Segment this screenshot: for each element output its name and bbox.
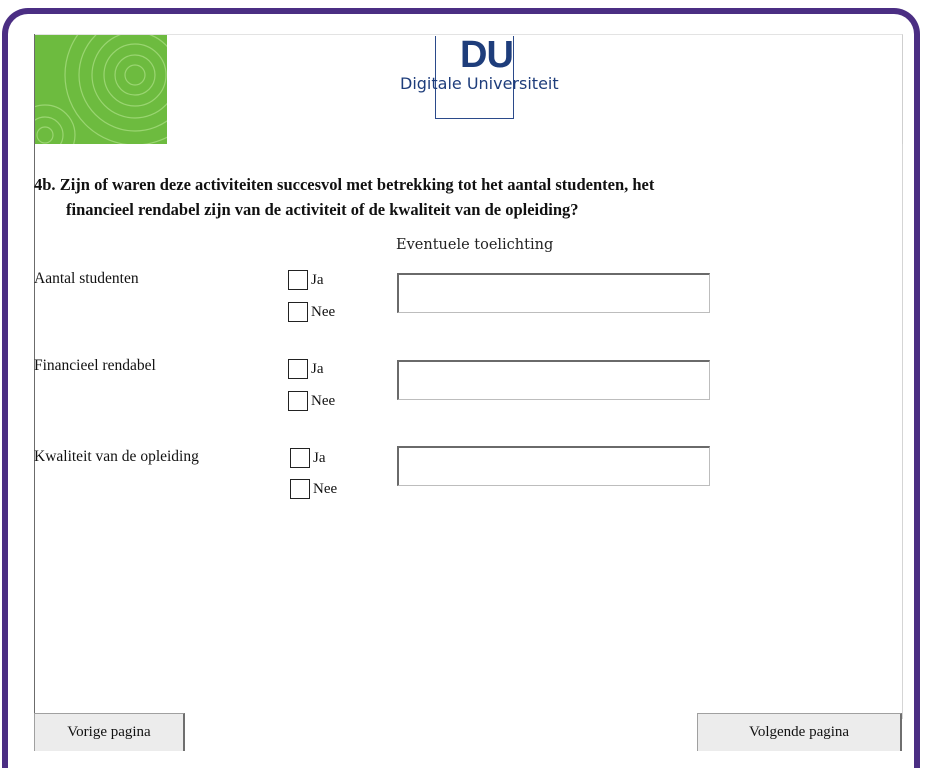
previous-page-button[interactable]: Vorige pagina <box>34 713 185 751</box>
checkbox-box[interactable] <box>288 302 308 322</box>
toelichting-field-aantal[interactable] <box>397 273 710 313</box>
question-number: 4b. <box>34 175 56 194</box>
checkbox-label: Ja <box>311 271 324 288</box>
row-label-aantal-studenten: Aantal studenten <box>34 270 139 287</box>
question-line-1: Zijn of waren deze activiteiten succesvo… <box>59 175 655 194</box>
question-text: 4b. Zijn of waren deze activiteiten succ… <box>34 172 854 222</box>
checkbox-financieel-nee[interactable]: Nee <box>288 391 335 411</box>
checkbox-label: Nee <box>311 303 336 320</box>
du-logo-letters: DU <box>460 34 514 76</box>
checkbox-label: Ja <box>311 360 324 377</box>
checkbox-box[interactable] <box>288 391 308 411</box>
checkbox-box[interactable] <box>288 270 308 290</box>
toelichting-field-kwaliteit[interactable] <box>397 446 710 486</box>
question-line-2: financieel rendabel zijn van de activite… <box>66 200 579 219</box>
checkbox-label: Nee <box>311 392 336 409</box>
checkbox-box[interactable] <box>290 448 310 468</box>
checkbox-kwaliteit-ja[interactable]: Ja <box>290 448 326 468</box>
row-label-kwaliteit-opleiding: Kwaliteit van de opleiding <box>34 448 199 465</box>
toelichting-header: Eventuele toelichting <box>396 237 554 253</box>
checkbox-box[interactable] <box>288 359 308 379</box>
content-right-border <box>902 144 903 719</box>
du-logo: DU Digitale Universiteit <box>400 36 580 120</box>
checkbox-label: Ja <box>313 449 326 466</box>
checkbox-kwaliteit-nee[interactable]: Nee <box>290 479 337 499</box>
checkbox-box[interactable] <box>290 479 310 499</box>
checkbox-aantal-nee[interactable]: Nee <box>288 302 335 322</box>
checkbox-aantal-ja[interactable]: Ja <box>288 270 324 290</box>
du-logo-name: Digitale Universiteit <box>400 74 559 93</box>
row-label-financieel-rendabel: Financieel rendabel <box>34 357 156 374</box>
spiral-pattern-icon <box>35 35 167 144</box>
next-page-button[interactable]: Volgende pagina <box>697 713 902 751</box>
checkbox-label: Nee <box>313 480 338 497</box>
green-spiral-logo <box>35 35 167 144</box>
checkbox-financieel-ja[interactable]: Ja <box>288 359 324 379</box>
toelichting-field-financieel[interactable] <box>397 360 710 400</box>
